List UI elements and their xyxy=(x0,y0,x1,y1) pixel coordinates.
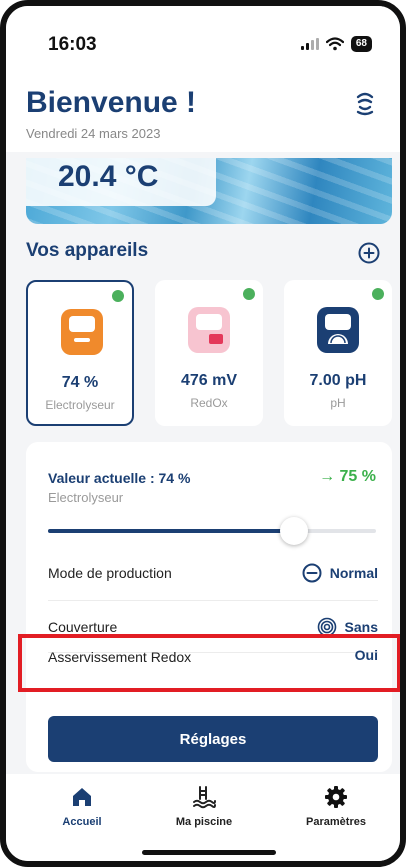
devices-title: Vos appareils xyxy=(26,240,149,261)
slider-thumb[interactable] xyxy=(280,517,308,545)
add-device-icon[interactable] xyxy=(358,242,380,264)
device-label: Electrolyseur xyxy=(45,398,115,412)
signal-icon xyxy=(300,38,319,50)
online-status-dot xyxy=(372,288,384,300)
production-mode-value-wrap[interactable]: Normal xyxy=(302,563,378,583)
settings-button[interactable]: Réglages xyxy=(48,716,378,762)
slider-fill xyxy=(48,529,294,533)
production-mode-label: Mode de production xyxy=(48,565,172,581)
divider xyxy=(48,600,378,601)
wifi-icon xyxy=(325,37,344,51)
target-value: → 75 % xyxy=(319,468,376,485)
device-name: Electrolyseur xyxy=(48,490,124,505)
production-mode-value: Normal xyxy=(329,565,378,581)
device-value: 476 mV xyxy=(180,372,238,389)
highlight-box xyxy=(18,634,400,692)
production-mode-row[interactable]: Mode de production Normal xyxy=(48,561,378,585)
ph-icon xyxy=(317,307,359,353)
tab-label: Accueil xyxy=(62,816,102,828)
online-status-dot xyxy=(112,290,124,302)
tab-settings[interactable]: Paramètres xyxy=(286,784,386,828)
device-value: 74 % xyxy=(61,374,99,391)
production-slider[interactable] xyxy=(48,517,376,545)
device-detail-panel: Valeur actuelle : 74 % Electrolyseur → 7… xyxy=(26,442,392,772)
device-label: pH xyxy=(330,396,346,410)
tab-label: Paramètres xyxy=(306,816,366,828)
cover-value: Sans xyxy=(344,619,378,635)
phone-frame: 16:03 68 Bienvenue ! Vendredi 24 mars 20… xyxy=(0,0,406,867)
page-title: Bienvenue ! xyxy=(26,86,197,119)
temperature-box: 20.4 °C xyxy=(26,158,216,206)
status-time: 16:03 xyxy=(48,34,97,55)
redox-icon xyxy=(188,307,230,353)
tab-label: Ma piscine xyxy=(175,816,233,828)
current-value-label: Valeur actuelle : 74 % xyxy=(48,470,191,486)
home-indicator xyxy=(142,850,276,855)
electrolyser-icon xyxy=(61,309,103,355)
minus-circle-icon xyxy=(302,563,322,583)
cover-label: Couverture xyxy=(48,619,118,635)
pool-temperature-banner: 20.4 °C xyxy=(26,158,392,224)
device-card-ph[interactable]: 7.00 pH pH xyxy=(284,280,392,426)
device-label: RedOx xyxy=(190,396,228,410)
date-label: Vendredi 24 mars 2023 xyxy=(26,126,161,141)
online-status-dot xyxy=(243,288,255,300)
battery-icon: 68 xyxy=(350,36,372,52)
device-card-electrolyser[interactable]: 74 % Electrolyseur xyxy=(26,280,134,426)
home-icon xyxy=(73,788,91,806)
water-temperature: 20.4 °C xyxy=(58,160,159,193)
wave-menu-icon[interactable] xyxy=(350,88,380,118)
tab-home[interactable]: Accueil xyxy=(32,784,132,828)
status-icons: 68 xyxy=(300,36,372,52)
gear-icon xyxy=(325,786,347,808)
device-card-redox[interactable]: 476 mV RedOx xyxy=(155,280,263,426)
device-value: 7.00 pH xyxy=(309,372,367,389)
pool-icon xyxy=(193,786,216,809)
tab-pool[interactable]: Ma piscine xyxy=(154,784,254,828)
